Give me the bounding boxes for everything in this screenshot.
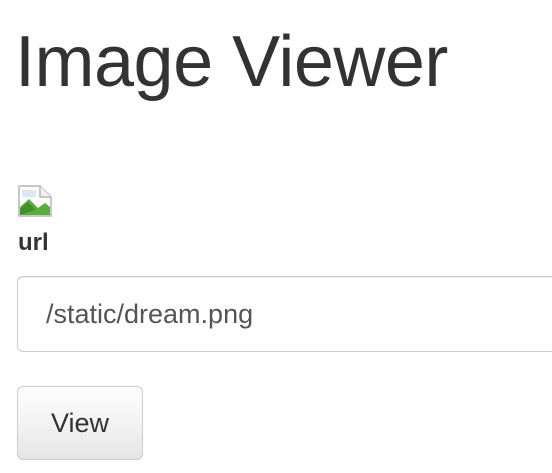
image-viewer-page: Image Viewer url View	[0, 0, 552, 473]
url-input[interactable]	[17, 276, 552, 352]
broken-image-icon	[18, 185, 52, 217]
page-title: Image Viewer	[15, 22, 448, 102]
view-button[interactable]: View	[17, 386, 143, 460]
url-label: url	[18, 229, 49, 256]
